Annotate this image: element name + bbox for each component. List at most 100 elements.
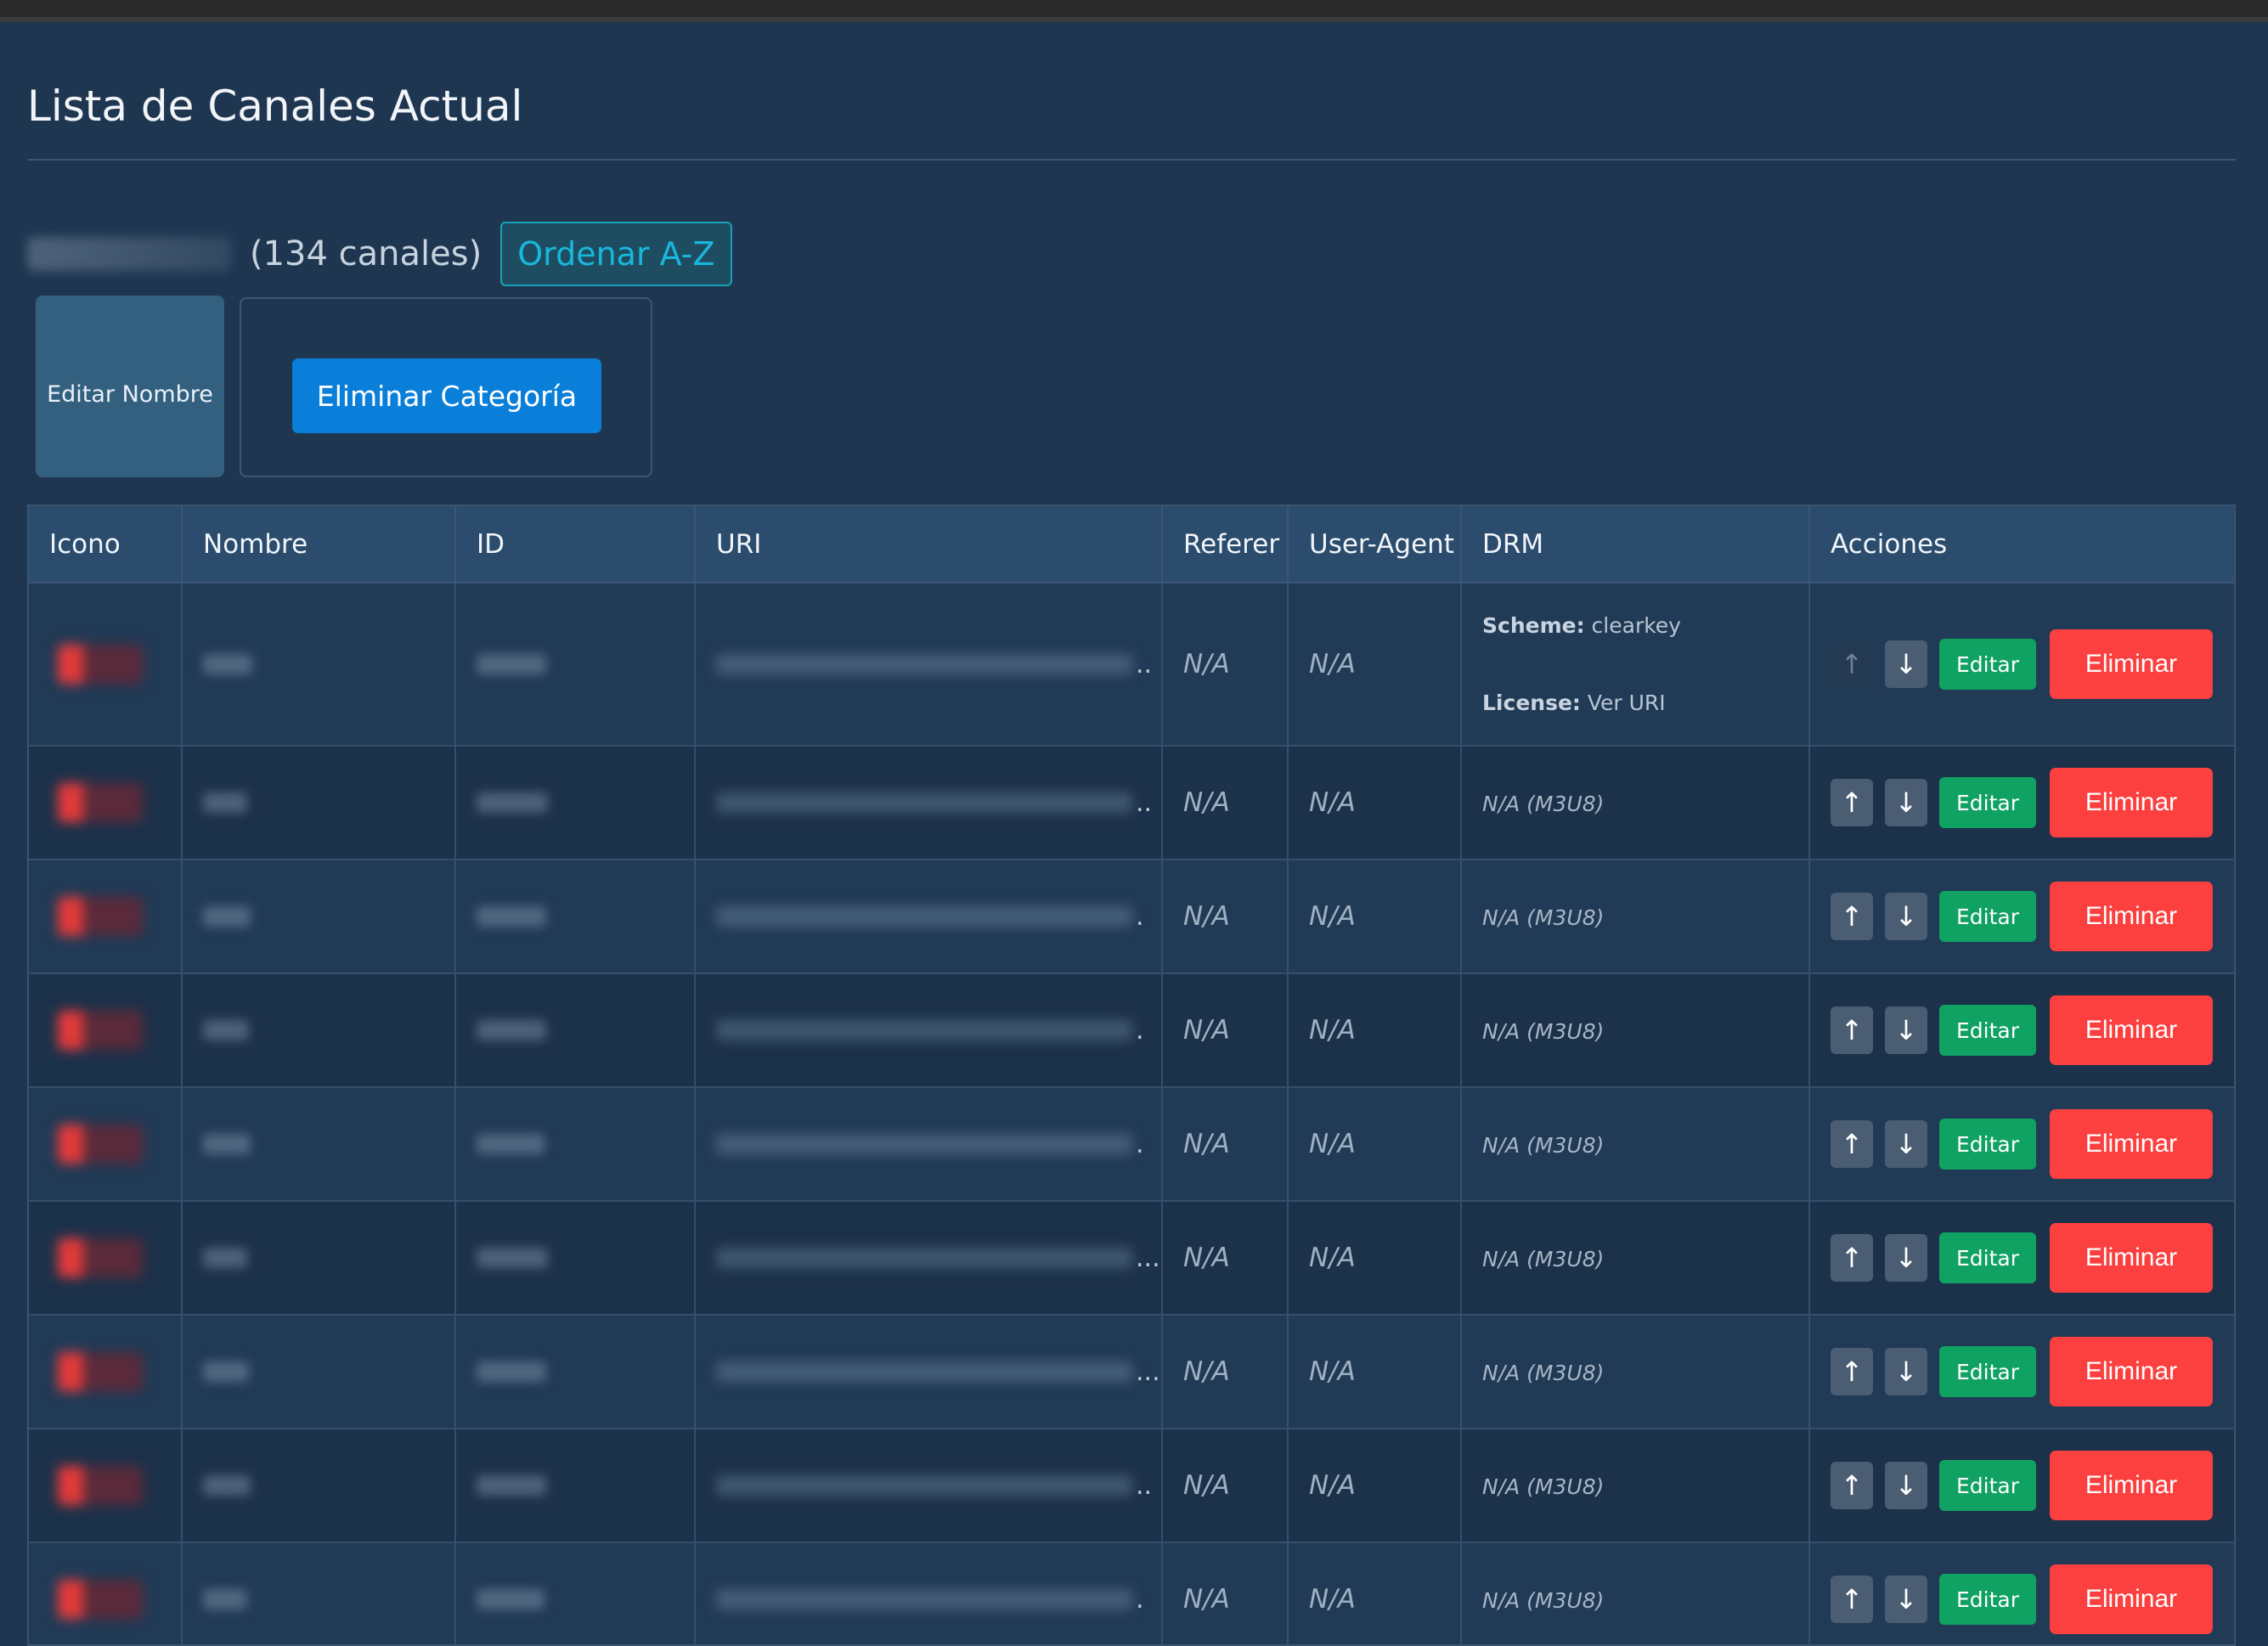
cell-uri: .. [695,1429,1163,1543]
cell-name [182,973,456,1088]
channel-uri-redacted [716,1020,1132,1040]
delete-channel-button[interactable]: Eliminar [2050,882,2213,951]
delete-category-container: Eliminar Categoría [240,297,652,477]
delete-channel-button[interactable]: Eliminar [2050,1564,2213,1634]
channel-name-redacted [203,1134,251,1154]
channel-logo-redacted [58,1011,143,1050]
move-down-button[interactable]: ↓ [1885,893,1927,940]
delete-category-button[interactable]: Eliminar Categoría [292,358,601,433]
channel-uri-redacted [716,1475,1132,1496]
move-up-button[interactable]: ↑ [1831,1462,1873,1509]
move-down-button[interactable]: ↓ [1885,1006,1927,1054]
edit-channel-button[interactable]: Editar [1939,1232,2036,1283]
edit-channel-button[interactable]: Editar [1939,1460,2036,1511]
move-up-button[interactable]: ↑ [1831,1120,1873,1168]
cell-icon [29,1201,183,1316]
channel-count: (134 canales) [250,234,482,273]
channel-logo-redacted [58,645,143,684]
edit-channel-button[interactable]: Editar [1939,1574,2036,1625]
edit-category-name-button[interactable]: Editar Nombre [36,296,224,477]
delete-channel-button[interactable]: Eliminar [2050,995,2213,1065]
delete-channel-button[interactable]: Eliminar [2050,1223,2213,1293]
referer-value: N/A [1183,649,1230,679]
cell-referer: N/A [1162,860,1289,974]
delete-channel-button[interactable]: Eliminar [2050,629,2213,699]
user-agent-value: N/A [1309,1129,1356,1159]
move-up-button[interactable]: ↑ [1831,1576,1873,1623]
channel-id-redacted [477,1475,546,1496]
move-down-button[interactable]: ↓ [1885,1348,1927,1395]
edit-channel-button[interactable]: Editar [1939,1119,2036,1170]
cell-uri: ... [695,1201,1163,1316]
move-down-button[interactable]: ↓ [1885,1234,1927,1282]
channel-id-redacted [477,1589,544,1609]
cell-id [455,1087,696,1202]
cell-id [455,746,696,860]
delete-channel-button[interactable]: Eliminar [2050,1109,2213,1179]
user-agent-value: N/A [1309,901,1356,932]
delete-channel-button[interactable]: Eliminar [2050,1451,2213,1520]
cell-icon [29,1315,183,1429]
user-agent-value: N/A [1309,649,1356,679]
cell-user-agent: N/A [1288,1087,1462,1202]
user-agent-value: N/A [1309,1015,1356,1046]
cell-drm: N/A (M3U8) [1461,1315,1810,1429]
move-up-button[interactable]: ↑ [1831,893,1873,940]
delete-channel-button[interactable]: Eliminar [2050,1337,2213,1406]
move-up-button[interactable]: ↑ [1831,1234,1873,1282]
cell-referer: N/A [1162,973,1289,1088]
cell-drm: Scheme: clearkey License: Ver URI [1461,583,1810,747]
move-up-button[interactable]: ↑ [1831,640,1873,688]
cell-actions: ↑ ↓ Editar Eliminar [1809,1087,2234,1202]
delete-channel-button[interactable]: Eliminar [2050,768,2213,837]
title-divider [27,159,2236,161]
channel-id-redacted [477,1361,546,1382]
cell-uri: . [695,860,1163,974]
table-row: . N/A N/A N/A (M3U8) ↑ ↓ Editar Eliminar [29,1542,2234,1644]
cell-id [455,583,696,747]
cell-id [455,1429,696,1543]
user-agent-value: N/A [1309,1584,1356,1615]
page-title: Lista de Canales Actual [27,82,523,131]
edit-channel-button[interactable]: Editar [1939,639,2036,690]
edit-channel-button[interactable]: Editar [1939,1346,2036,1397]
channel-name-redacted [203,1248,247,1268]
channel-id-redacted [477,1248,548,1268]
cell-referer: N/A [1162,1087,1289,1202]
move-down-button[interactable]: ↓ [1885,640,1927,688]
move-down-button[interactable]: ↓ [1885,1462,1927,1509]
channel-logo-redacted [58,1580,143,1619]
edit-channel-button[interactable]: Editar [1939,1005,2036,1056]
user-agent-value: N/A [1309,1470,1356,1501]
move-up-button[interactable]: ↑ [1831,1348,1873,1395]
uri-ellipsis: .. [1136,649,1153,679]
drm-license-link[interactable]: Ver URI [1588,691,1666,715]
channel-logo-redacted [58,1125,143,1164]
cell-actions: ↑ ↓ Editar Eliminar [1809,746,2234,860]
cell-actions: ↑ ↓ Editar Eliminar [1809,860,2234,974]
user-agent-value: N/A [1309,1356,1356,1387]
channel-logo-redacted [58,1352,143,1391]
move-up-button[interactable]: ↑ [1831,1006,1873,1054]
drm-value: N/A (M3U8) [1482,905,1605,930]
cell-name [182,583,456,747]
referer-value: N/A [1183,1584,1230,1615]
cell-uri: . [695,973,1163,1088]
category-name-redacted [27,237,231,271]
cell-referer: N/A [1162,583,1289,747]
referer-value: N/A [1183,1129,1230,1159]
channel-uri-redacted [716,1589,1132,1609]
cell-icon [29,746,183,860]
edit-channel-button[interactable]: Editar [1939,891,2036,942]
cell-icon [29,583,183,747]
move-down-button[interactable]: ↓ [1885,779,1927,826]
edit-channel-button[interactable]: Editar [1939,777,2036,828]
channel-name-redacted [203,1020,249,1040]
move-down-button[interactable]: ↓ [1885,1576,1927,1623]
referer-value: N/A [1183,1243,1230,1273]
move-up-button[interactable]: ↑ [1831,779,1873,826]
cell-drm: N/A (M3U8) [1461,746,1810,860]
move-down-button[interactable]: ↓ [1885,1120,1927,1168]
sort-az-button[interactable]: Ordenar A-Z [500,222,732,286]
channel-uri-redacted [716,654,1132,674]
